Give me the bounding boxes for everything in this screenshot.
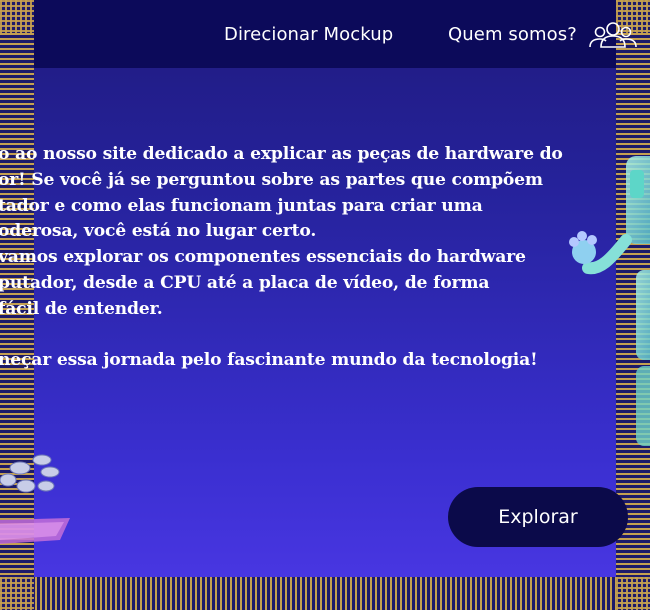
intro-line: oderosa, você está no lugar certo.: [0, 221, 317, 242]
intro-text: o ao nosso site dedicado a explicar as p…: [0, 142, 563, 374]
frame-corner: [0, 0, 34, 33]
intro-line: fácil de entender.: [0, 298, 163, 319]
explore-button[interactable]: Explorar: [448, 487, 628, 547]
intro-line: putador, desde a CPU até a placa de víde…: [0, 272, 490, 293]
nav-link-quem-somos[interactable]: Quem somos?: [448, 24, 577, 45]
nav-link-direcionar-mockup[interactable]: Direcionar Mockup: [224, 24, 393, 45]
frame-corner: [616, 577, 650, 610]
intro-line: vamos explorar os componentes essenciais…: [0, 247, 526, 268]
robot-illustration: [569, 156, 650, 446]
intro-line: o ao nosso site dedicado a explicar as p…: [0, 144, 563, 164]
intro-line: or! Se você já se perguntou sobre as par…: [0, 169, 543, 190]
intro-line: tador e como elas funcionam juntas para …: [0, 195, 483, 216]
robot-hand-illustration: [0, 454, 70, 544]
users-icon[interactable]: [589, 20, 637, 48]
frame-corner: [0, 577, 34, 610]
frame-bottom-stripes: [0, 577, 650, 610]
intro-line: neçar essa jornada pelo fascinante mundo…: [0, 350, 538, 371]
intro-line-blank: [0, 323, 558, 349]
